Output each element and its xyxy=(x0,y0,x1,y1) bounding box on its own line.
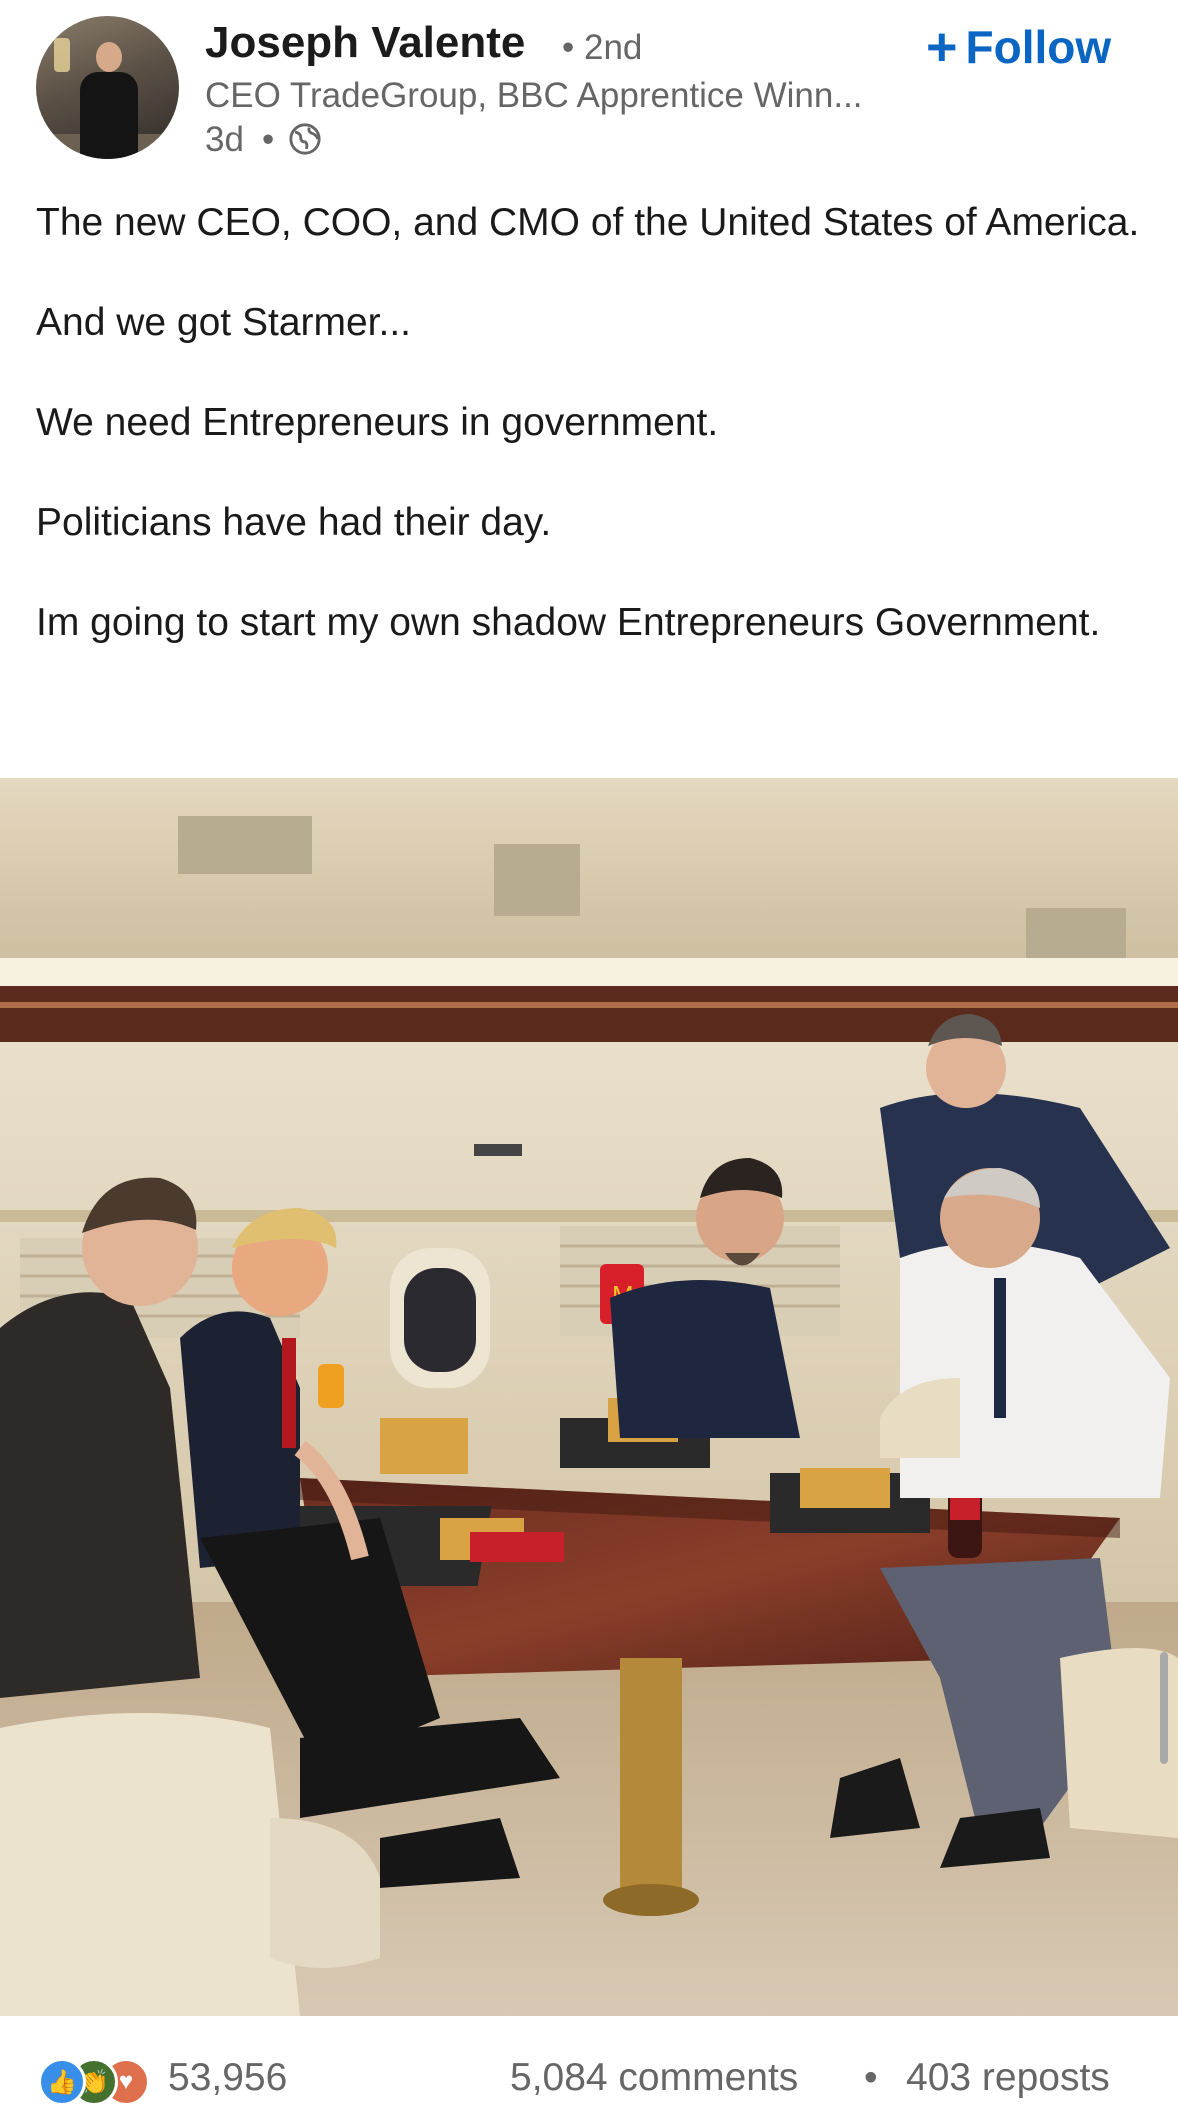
post-paragraph: We need Entrepreneurs in government. xyxy=(36,401,719,444)
avatar-background xyxy=(54,38,70,72)
author-avatar[interactable] xyxy=(36,16,179,159)
post-body: The new CEO, COO, and CMO of the United … xyxy=(36,198,1146,648)
count-separator: • xyxy=(864,2056,878,2099)
comments-count[interactable]: 5,084 comments xyxy=(510,2056,798,2100)
reposts-count[interactable]: 403 reposts xyxy=(906,2056,1110,2100)
reactions-count[interactable]: 53,956 xyxy=(168,2056,287,2100)
post-image[interactable]: M xyxy=(0,778,1178,2016)
post-time: 3d xyxy=(205,120,244,159)
jet-cabin-photo: M xyxy=(0,778,1178,2016)
avatar-person-body xyxy=(80,72,138,159)
like-icon: 👍 xyxy=(38,2058,86,2106)
avatar-person-head xyxy=(96,42,122,72)
author-headline: CEO TradeGroup, BBC Apprentice Winn... xyxy=(205,76,863,115)
scrollbar-thumb[interactable] xyxy=(1160,1652,1168,1764)
post-header: Joseph Valente • 2nd CEO TradeGroup, BBC… xyxy=(0,0,1178,190)
follow-label: Follow xyxy=(965,21,1112,73)
post-paragraph: Im going to start my own shadow Entrepre… xyxy=(36,601,1101,644)
connection-degree: • 2nd xyxy=(562,28,643,67)
author-name[interactable]: Joseph Valente xyxy=(205,18,525,68)
time-separator: • xyxy=(262,120,275,159)
reactions-summary[interactable]: 👍 👏 ♥ xyxy=(38,2058,156,2106)
globe-icon xyxy=(289,123,321,155)
post-paragraph: And we got Starmer... xyxy=(36,301,412,344)
plus-icon: + xyxy=(926,17,958,77)
post-paragraph: Politicians have had their day. xyxy=(36,501,552,544)
post-paragraph: The new CEO, COO, and CMO of the United … xyxy=(36,201,1140,244)
follow-button[interactable]: + Follow xyxy=(926,14,1111,80)
